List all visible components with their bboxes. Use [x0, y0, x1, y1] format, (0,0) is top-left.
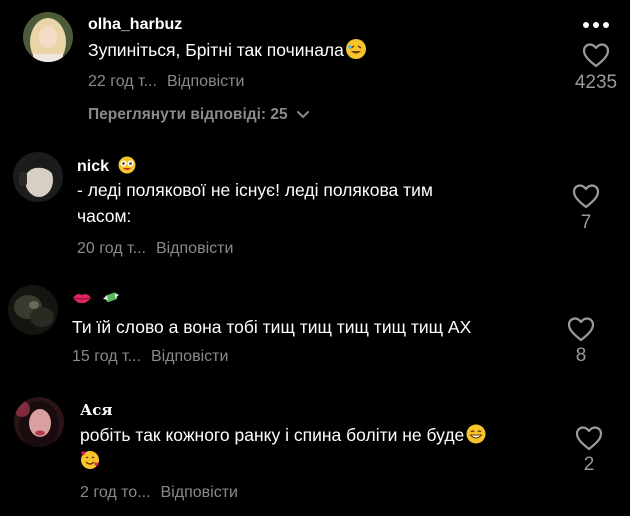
avatar[interactable]	[14, 397, 64, 447]
comment-meta: 2 год то... Відповісти	[80, 484, 238, 502]
comments-screen: olha_harbuz Зупиніться, Брітні так почин…	[0, 0, 630, 516]
like-button[interactable]	[566, 315, 596, 343]
comment-text: - леді полякової не існує! леді полякова…	[77, 177, 433, 229]
beaming-face-icon	[466, 424, 486, 444]
avatar[interactable]	[13, 152, 63, 202]
like-button[interactable]	[571, 182, 601, 210]
reply-button[interactable]: Відповісти	[167, 73, 244, 90]
money-with-wings-icon	[103, 292, 120, 303]
heart-icon	[572, 184, 600, 209]
comment-item: olha_harbuz Зупиніться, Брітні так почин…	[0, 0, 630, 135]
comment-username[interactable]	[72, 289, 120, 307]
heart-icon	[567, 317, 595, 342]
reply-button[interactable]: Відповісти	[151, 348, 228, 365]
view-replies-label: Переглянути відповіді: 25	[88, 106, 288, 123]
heart-icon	[582, 43, 610, 68]
comment-text-line	[80, 448, 486, 474]
comment-text: робіть так кожного ранку і спина боліти …	[80, 422, 486, 474]
comment-time: 22 год т...	[88, 73, 157, 90]
comment-time: 15 год т...	[72, 348, 141, 365]
comment-text: Ти їй слово а вона тобі тищ тищ тищ тищ …	[72, 317, 472, 337]
comment-text-line: робіть так кожного ранку і спина боліти …	[80, 422, 486, 448]
comment-meta: 15 год т... Відповісти	[72, 348, 228, 366]
avatar[interactable]	[23, 12, 73, 62]
rolling-on-floor-laughing-icon	[345, 39, 366, 59]
comment-text-line: часом:	[77, 206, 132, 226]
more-options-button[interactable]	[579, 18, 613, 32]
comment-text-line: - леді полякової не існує! леді полякова…	[77, 180, 433, 200]
comment-item: Ася робіть так кожного ранку і спина бол…	[0, 385, 630, 516]
comment-text-body: Зупиніться, Брітні так починала	[88, 40, 344, 60]
like-count: 4235	[574, 72, 618, 93]
avatar[interactable]	[8, 285, 58, 335]
like-count: 2	[583, 454, 595, 475]
comment-item: nick - леді полякової не існує! леді пол…	[0, 135, 630, 275]
comment-username[interactable]: olha_harbuz	[88, 16, 182, 34]
like-count: 8	[575, 345, 587, 366]
comment-text-line-1: робіть так кожного ранку і спина боліти …	[80, 425, 465, 445]
lips-icon	[73, 294, 91, 304]
like-button[interactable]	[581, 41, 611, 69]
like-button[interactable]	[574, 424, 604, 452]
zany-face-icon	[118, 156, 136, 174]
chevron-down-icon	[296, 110, 309, 119]
reply-button[interactable]: Відповісти	[156, 240, 233, 257]
comment-time: 2 год то...	[80, 484, 151, 501]
comment-meta: 22 год т... Відповісти	[88, 73, 244, 91]
view-replies-button[interactable]: Переглянути відповіді: 25	[88, 106, 310, 124]
more-dots-icon	[583, 22, 609, 28]
comment-username[interactable]: Ася	[80, 401, 112, 419]
like-count: 7	[580, 212, 592, 233]
comment-meta: 20 год т... Відповісти	[77, 240, 233, 258]
comment-username[interactable]: nick	[77, 156, 136, 176]
comment-text: Зупиніться, Брітні так починала	[88, 37, 366, 63]
heart-icon	[575, 426, 603, 451]
comment-item: Ти їй слово а вона тобі тищ тищ тищ тищ …	[0, 275, 630, 385]
reply-button[interactable]: Відповісти	[161, 484, 238, 501]
comment-username-text: nick	[77, 158, 110, 175]
smiling-face-with-hearts-icon	[80, 450, 100, 470]
comment-time: 20 год т...	[77, 240, 146, 257]
